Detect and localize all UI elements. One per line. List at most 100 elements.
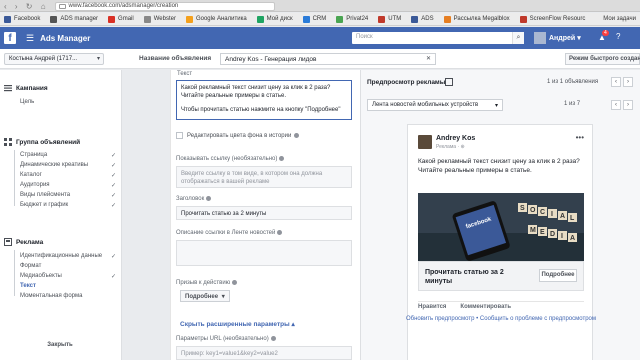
check-icon: ✓ [110, 173, 116, 179]
bookmark-item[interactable]: Facebook [4, 15, 41, 23]
news-desc-field[interactable] [176, 240, 352, 266]
more-options-icon[interactable]: ••• [576, 133, 584, 142]
display-link-field[interactable]: Введите ссылку в том виде, в котором она… [176, 166, 352, 188]
sidebar-item-text[interactable]: Текст [20, 283, 116, 289]
sidebar-item-audience[interactable]: Аудитория ✓ [20, 182, 116, 189]
check-icon: ✓ [110, 183, 116, 189]
bookmark-label: Privat24 [346, 16, 369, 22]
chevron-down-icon: ▾ [494, 103, 498, 109]
user-menu[interactable]: Андрей ▾ [534, 32, 581, 44]
ad-name-value: Andrey Kos - Генерация лидов [225, 56, 317, 63]
bookmark-more[interactable]: Мои задачи [603, 16, 636, 22]
ad-preview-card: Andrey Kos Реклама · ⊕ ••• Какой рекламн… [407, 124, 593, 360]
learn-more-button[interactable]: Подробнее [539, 269, 577, 282]
sidebar-section-ad[interactable]: Реклама [4, 238, 43, 246]
comment-button[interactable]: Комментировать [460, 304, 511, 313]
url-params-field[interactable]: Пример: key1=value1&key2=value2 [176, 346, 352, 360]
bookmark-favicon-icon [378, 15, 386, 23]
sidebar-item-budget[interactable]: Бюджет и график ✓ [20, 202, 116, 209]
next-ad-icon[interactable]: › [623, 77, 633, 87]
ad-link-title: Прочитать статью за 2 минуты [425, 269, 504, 285]
bookmark-label: CRM [312, 16, 327, 22]
url-params-label-text: Параметры URL (необязательно) [176, 336, 269, 343]
sidebar-item-label: Текст [20, 283, 36, 289]
notification-badge: 4 [602, 30, 609, 36]
bookmark-item[interactable]: Рассылка Megalblox [443, 15, 510, 23]
facebook-logo-icon[interactable]: f [4, 32, 16, 44]
quick-create-toggle[interactable]: Режим быстрого создан [565, 53, 640, 65]
page-avatar [418, 135, 432, 149]
checkbox-icon [176, 132, 183, 139]
close-button[interactable]: Закрыть [38, 342, 82, 352]
primary-text-field[interactable]: Какой рекламный текст снизит цену за кли… [176, 80, 352, 120]
account-select-value: Костына Андрей (1717... [9, 56, 78, 62]
show-link-label: Показывать ссылку (необязательно) [176, 156, 285, 162]
sidebar-item-media[interactable]: Медиаобъекты ✓ [20, 273, 116, 280]
check-icon: ✓ [110, 274, 116, 280]
edit-bg-label: Редактировать цвета фона в истории [187, 132, 292, 139]
edit-bg-checkbox[interactable]: Редактировать цвета фона в истории [176, 132, 300, 139]
like-button[interactable]: Нравится [418, 304, 446, 313]
sidebar-section-adset[interactable]: Группа объявлений [4, 138, 80, 146]
sidebar: Кампания Цель Группа объявлений Страница… [0, 70, 122, 360]
sidebar-section-campaign[interactable]: Кампания [4, 84, 48, 92]
sidebar-item-format[interactable]: Формат [20, 263, 116, 269]
bookmark-favicon-icon [185, 15, 193, 23]
ad-link-box[interactable]: Прочитать статью за 2 минуты Подробнее [418, 261, 584, 291]
cta-select[interactable]: Подробнее ▾ [180, 290, 230, 302]
external-link-icon[interactable] [445, 78, 453, 86]
bookmark-item[interactable]: ADS [411, 15, 434, 23]
bookmark-label: Мой диск [266, 16, 293, 22]
check-icon: ✓ [110, 203, 116, 209]
search-icon[interactable]: ⌕ [512, 32, 524, 44]
bookmark-item[interactable]: Мой диск [256, 15, 293, 23]
headline-field[interactable]: Прочитать статью за 2 минуты [176, 206, 352, 220]
hide-advanced-link[interactable]: Скрыть расширенные параметры ▴ [180, 320, 295, 328]
sidebar-item-identity[interactable]: Идентификационные данные ✓ [20, 253, 116, 260]
bookmark-label: UTM [388, 16, 402, 22]
ad-actions: Нравится Комментировать [418, 301, 584, 313]
info-icon [206, 196, 212, 201]
url-text: www.facebook.com/adsmanager/creation [68, 3, 179, 9]
sidebar-item-dynamic-creative[interactable]: Динамические креативы ✓ [20, 162, 116, 169]
help-icon[interactable]: ? [616, 32, 620, 41]
address-field[interactable]: www.facebook.com/adsmanager/creation [54, 1, 275, 11]
prev-ad-icon[interactable]: ‹ [611, 77, 621, 87]
ad-name-field[interactable]: Andrey Kos - Генерация лидов ✕ [220, 53, 436, 65]
headline-label: Заголовок [176, 196, 212, 202]
placement-select[interactable]: Лента новостей мобильных устройств ▾ [367, 99, 503, 111]
bookmark-item[interactable]: Webster [143, 15, 176, 23]
next-placement-icon[interactable]: › [623, 100, 633, 110]
app-title: Ads Manager [40, 33, 91, 43]
sidebar-item-label: Цель [20, 99, 35, 105]
bookmark-item[interactable]: ScreenFlow Resourc [519, 15, 585, 23]
browser-nav-icons[interactable]: ‹ › ↻ ⌂ [4, 2, 49, 11]
bookmark-item[interactable]: Privat24 [336, 15, 369, 23]
preview-footer-links[interactable]: Обновить предпросмотр • Сообщить о пробл… [367, 316, 635, 322]
url-params-label: Параметры URL (необязательно) [176, 336, 276, 342]
ads-count: 1 из 1 объявления [547, 79, 599, 85]
sidebar-item-instant-form[interactable]: Моментальная форма [20, 293, 116, 299]
user-name: Андрей [549, 34, 576, 42]
sidebar-item-page[interactable]: Страница ✓ [20, 152, 116, 159]
clear-icon[interactable]: ✕ [426, 55, 431, 62]
bookmark-label: Facebook [14, 16, 41, 22]
prev-placement-icon[interactable]: ‹ [611, 100, 621, 110]
bookmark-item[interactable]: ADS manager [50, 15, 98, 23]
account-select[interactable]: Костына Андрей (1717... ▾ [4, 53, 104, 65]
bookmark-item[interactable]: Gmail [108, 15, 134, 23]
menu-icon[interactable]: ☰ [26, 33, 34, 44]
sidebar-item-placements[interactable]: Виды плейсмента ✓ [20, 192, 116, 199]
svg-text:L: L [570, 215, 575, 222]
search-input[interactable]: Поиск [352, 32, 524, 44]
bookmark-item[interactable]: Google Аналитика [185, 15, 247, 23]
sidebar-item-objective[interactable]: Цель [20, 99, 116, 105]
creation-subheader: Костына Андрей (1717... ▾ Название объяв… [0, 49, 640, 69]
sidebar-item-catalog[interactable]: Каталог ✓ [20, 172, 116, 179]
chevron-down-icon: ▾ [96, 56, 100, 62]
bookmark-favicon-icon [443, 15, 451, 23]
placement-count: 1 из 7 [564, 101, 581, 107]
svg-text:O: O [530, 207, 536, 214]
bookmark-item[interactable]: CRM [302, 15, 327, 23]
bookmark-item[interactable]: UTM [378, 15, 402, 23]
